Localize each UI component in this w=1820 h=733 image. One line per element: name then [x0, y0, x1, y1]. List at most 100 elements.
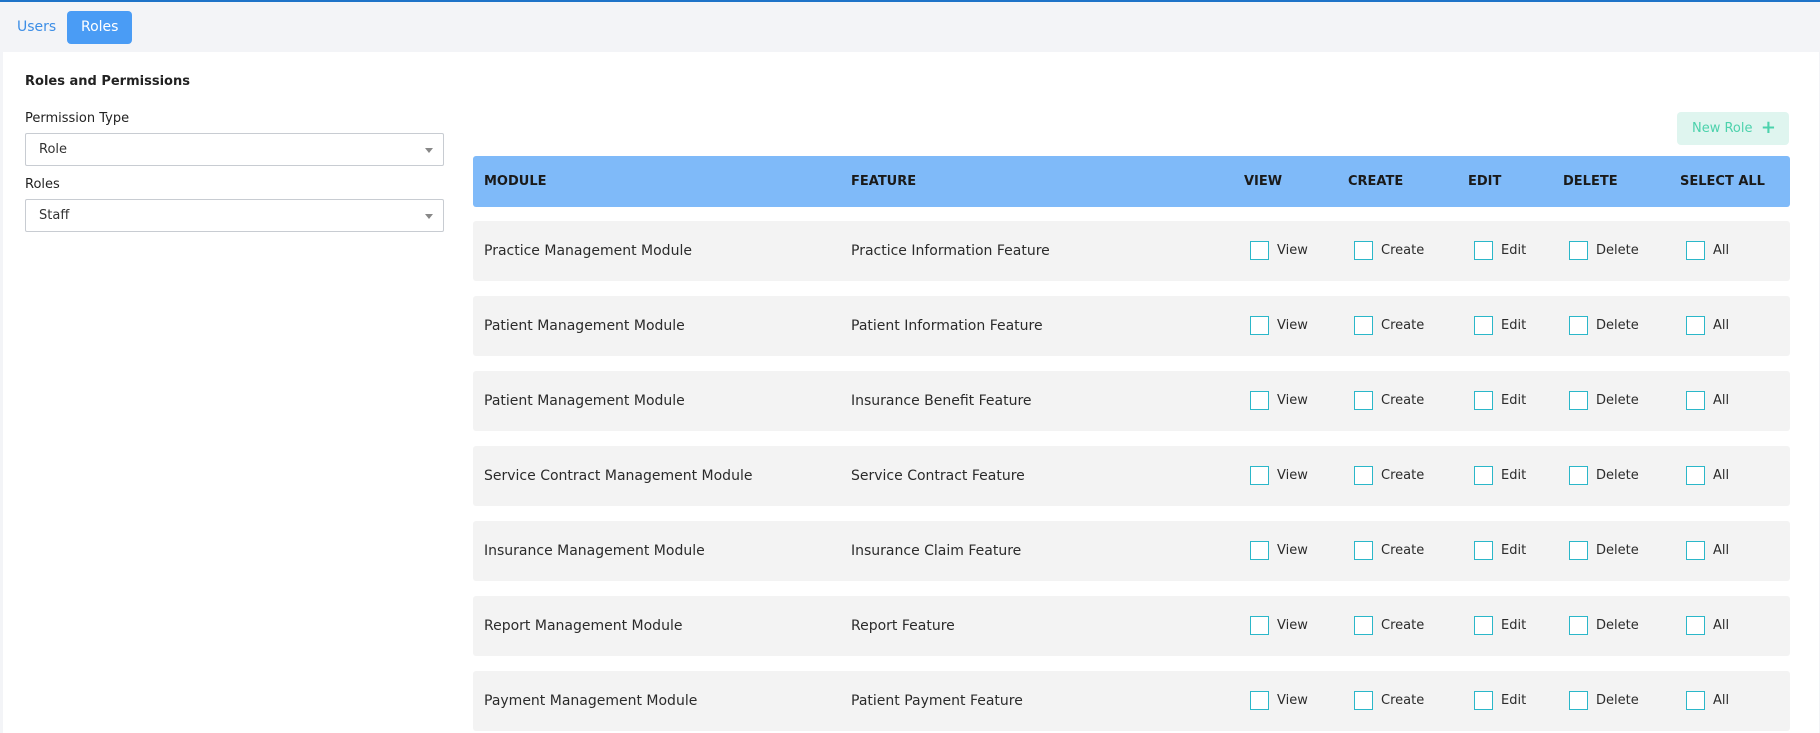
- checkbox-box[interactable]: [1474, 241, 1493, 260]
- permission-type-select[interactable]: Role: [25, 133, 444, 166]
- view-checkbox-label: View: [1277, 393, 1308, 408]
- checkbox-box[interactable]: [1474, 316, 1493, 335]
- view-checkbox-label: View: [1277, 618, 1308, 633]
- tab-users[interactable]: Users: [3, 11, 70, 44]
- checkbox-box[interactable]: [1354, 691, 1373, 710]
- checkbox-box[interactable]: [1686, 391, 1705, 410]
- module-name: Insurance Management Module: [484, 543, 705, 559]
- feature-name: Practice Information Feature: [851, 243, 1050, 259]
- checkbox-box[interactable]: [1250, 691, 1269, 710]
- feature-name: Patient Payment Feature: [851, 693, 1023, 709]
- checkbox-box[interactable]: [1250, 241, 1269, 260]
- checkbox-box[interactable]: [1354, 391, 1373, 410]
- checkbox-box[interactable]: [1474, 691, 1493, 710]
- edit-checkbox-label: Edit: [1501, 243, 1527, 258]
- module-name: Patient Management Module: [484, 318, 685, 334]
- module-name: Payment Management Module: [484, 693, 698, 709]
- create-checkbox-label: Create: [1381, 393, 1425, 408]
- permission-type-label: Permission Type: [25, 111, 130, 126]
- view-checkbox-label: View: [1277, 468, 1308, 483]
- new-role-label: New Role: [1692, 121, 1753, 136]
- delete-checkbox-label: Delete: [1596, 693, 1639, 708]
- feature-name: Insurance Benefit Feature: [851, 393, 1032, 409]
- page-title: Roles and Permissions: [25, 74, 190, 89]
- tab-roles[interactable]: Roles: [67, 11, 132, 44]
- checkbox-box[interactable]: [1569, 466, 1588, 485]
- checkbox-box[interactable]: [1686, 241, 1705, 260]
- checkbox-box[interactable]: [1354, 241, 1373, 260]
- checkbox-box[interactable]: [1569, 691, 1588, 710]
- create-checkbox-label: Create: [1381, 618, 1425, 633]
- view-checkbox-label: View: [1277, 693, 1308, 708]
- create-checkbox-label: Create: [1381, 243, 1425, 258]
- delete-checkbox-label: Delete: [1596, 543, 1639, 558]
- edit-checkbox-label: Edit: [1501, 693, 1527, 708]
- checkbox-box[interactable]: [1686, 541, 1705, 560]
- create-checkbox-label: Create: [1381, 468, 1425, 483]
- table-row: Practice Management Module Practice Infor…: [473, 221, 1790, 281]
- checkbox-box[interactable]: [1354, 541, 1373, 560]
- edit-checkbox-label: Edit: [1501, 543, 1527, 558]
- header-module: MODULE: [484, 174, 547, 189]
- checkbox-box[interactable]: [1474, 616, 1493, 635]
- feature-name: Patient Information Feature: [851, 318, 1043, 334]
- checkbox-box[interactable]: [1354, 616, 1373, 635]
- feature-name: Insurance Claim Feature: [851, 543, 1022, 559]
- tab-bar: Users Roles: [0, 2, 1820, 52]
- roles-select[interactable]: Staff: [25, 199, 444, 232]
- checkbox-box[interactable]: [1250, 466, 1269, 485]
- table-row: Report Management Module Report Feature Vi…: [473, 596, 1790, 656]
- checkbox-box[interactable]: [1686, 466, 1705, 485]
- all-checkbox-label: All: [1713, 318, 1730, 333]
- checkbox-box[interactable]: [1354, 466, 1373, 485]
- permission-type-value: Role: [39, 142, 68, 157]
- all-checkbox-label: All: [1713, 468, 1730, 483]
- checkbox-box[interactable]: [1474, 541, 1493, 560]
- header-edit: EDIT: [1468, 174, 1502, 189]
- checkbox-box[interactable]: [1250, 316, 1269, 335]
- checkbox-box[interactable]: [1686, 316, 1705, 335]
- view-checkbox-label: View: [1277, 318, 1308, 333]
- checkbox-box[interactable]: [1250, 541, 1269, 560]
- create-checkbox-label: Create: [1381, 318, 1425, 333]
- module-name: Practice Management Module: [484, 243, 692, 259]
- checkbox-box[interactable]: [1569, 541, 1588, 560]
- delete-checkbox-label: Delete: [1596, 243, 1639, 258]
- header-delete: DELETE: [1563, 174, 1618, 189]
- checkbox-box[interactable]: [1686, 691, 1705, 710]
- all-checkbox-label: All: [1713, 393, 1730, 408]
- table-row: Insurance Management Module Insurance Cla…: [473, 521, 1790, 581]
- edit-checkbox-label: Edit: [1501, 318, 1527, 333]
- edit-checkbox-label: Edit: [1501, 618, 1527, 633]
- checkbox-box[interactable]: [1354, 316, 1373, 335]
- checkbox-box[interactable]: [1250, 391, 1269, 410]
- checkbox-box[interactable]: [1686, 616, 1705, 635]
- delete-checkbox-label: Delete: [1596, 393, 1639, 408]
- checkbox-box[interactable]: [1250, 616, 1269, 635]
- delete-checkbox-label: Delete: [1596, 618, 1639, 633]
- module-name: Report Management Module: [484, 618, 683, 634]
- feature-name: Service Contract Feature: [851, 468, 1025, 484]
- checkbox-box[interactable]: [1569, 616, 1588, 635]
- view-checkbox-label: View: [1277, 543, 1308, 558]
- checkbox-box[interactable]: [1569, 241, 1588, 260]
- checkbox-box[interactable]: [1569, 316, 1588, 335]
- checkbox-box[interactable]: [1474, 466, 1493, 485]
- new-role-button[interactable]: New Role +: [1677, 112, 1789, 145]
- checkbox-box[interactable]: [1474, 391, 1493, 410]
- table-row: Payment Management Module Patient Payment…: [473, 671, 1790, 731]
- edit-checkbox-label: Edit: [1501, 468, 1527, 483]
- module-name: Service Contract Management Module: [484, 468, 753, 484]
- checkbox-box[interactable]: [1569, 391, 1588, 410]
- delete-checkbox-label: Delete: [1596, 318, 1639, 333]
- all-checkbox-label: All: [1713, 618, 1730, 633]
- plus-icon: +: [1760, 117, 1776, 138]
- roles-value: Staff: [39, 208, 70, 223]
- feature-name: Report Feature: [851, 618, 955, 634]
- all-checkbox-label: All: [1713, 693, 1730, 708]
- table-row: Patient Management Module Insurance Benef…: [473, 371, 1790, 431]
- delete-checkbox-label: Delete: [1596, 468, 1639, 483]
- table-row: Service Contract Management Module Servic…: [473, 446, 1790, 506]
- roles-permissions-card: Roles and Permissions Permission Type Ro…: [3, 52, 1819, 733]
- view-checkbox-label: View: [1277, 243, 1308, 258]
